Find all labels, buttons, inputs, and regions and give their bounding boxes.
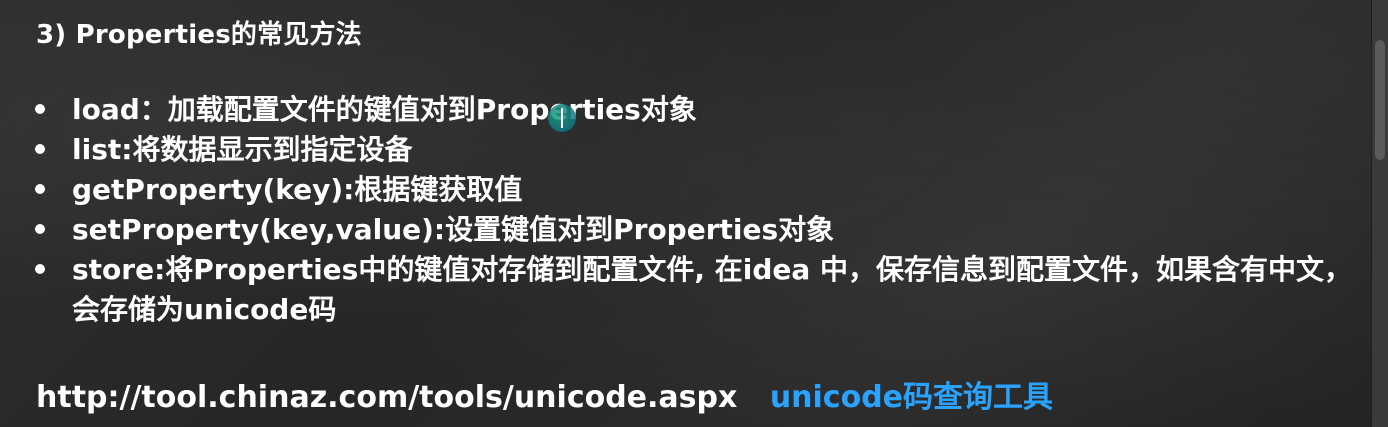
bullet-dot-icon [35,224,45,234]
list-item-text: load：加载配置文件的键值对到Properties对象 [72,93,697,126]
list-item-getproperty: getProperty(key):根据键获取值 [30,170,1370,210]
bullet-dot-icon [35,104,45,114]
list-item-setproperty: setProperty(key,value):设置键值对到Properties对… [30,210,1370,250]
bullet-dot-icon [35,144,45,154]
list-item-store: store:将Properties中的键值对存储到配置文件, 在idea 中，保… [30,250,1372,330]
vertical-scrollbar[interactable] [1371,0,1388,427]
footer: http://tool.chinaz.com/tools/unicode.asp… [36,372,1053,416]
list-item-text: getProperty(key):根据键获取值 [72,173,523,206]
method-list: load：加载配置文件的键值对到Properties对象 list:将数据显示到… [30,90,1370,330]
text-cursor-icon [561,108,563,128]
list-item-list: list:将数据显示到指定设备 [30,130,1370,170]
bullet-dot-icon [35,184,45,194]
unicode-tool-link[interactable]: http://tool.chinaz.com/tools/unicode.asp… [36,380,737,415]
list-item-text: list:将数据显示到指定设备 [72,133,413,166]
scrollbar-thumb[interactable] [1375,40,1385,160]
bullet-dot-icon [35,264,45,274]
unicode-tool-label: unicode码查询工具 [769,380,1054,415]
list-item-load: load：加载配置文件的键值对到Properties对象 [30,90,1370,130]
slide-title: 3) Properties的常见方法 [36,20,362,50]
list-item-text: store:将Properties中的键值对存储到配置文件, 在idea 中，保… [72,253,1352,326]
list-item-text: setProperty(key,value):设置键值对到Properties对… [72,213,835,246]
